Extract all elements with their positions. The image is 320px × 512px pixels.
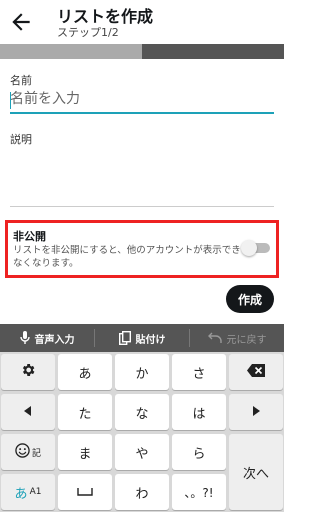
private-description: リストを非公開にすると、他のアカウントが表示できなくなります。 [13,245,241,269]
gear-icon [20,362,36,382]
arrow-left-icon [24,405,32,420]
undo-button[interactable]: 元に戻す [190,324,284,352]
symbol-key-label: 記 [31,448,41,459]
voice-input-button[interactable]: 音声入力 [0,324,94,352]
space-key[interactable] [58,474,112,510]
next-key[interactable]: 次へ [229,434,283,510]
private-toggle[interactable] [241,240,271,256]
create-button[interactable]: 作成 [226,285,274,313]
backspace-icon [247,363,265,381]
key-ya[interactable]: や [115,434,169,470]
symbol-key[interactable]: 記 [1,434,55,470]
toggle-knob [241,240,257,256]
back-arrow-icon[interactable] [8,9,34,35]
key-punctuation[interactable]: 、。?! [172,474,226,510]
description-label: 説明 [10,133,32,146]
key-wa[interactable]: わ [115,474,169,510]
settings-key[interactable] [1,354,55,390]
private-title: 非公開 [13,230,46,243]
private-setting-row[interactable]: 非公開 リストを非公開にすると、他のアカウントが表示できなくなります。 [5,220,279,278]
mode-sub-label: A1 [29,487,42,497]
app-header: リストを作成 ステップ1/2 [0,0,284,44]
key-ka[interactable]: か [115,354,169,390]
input-mode-key[interactable]: あ A1 [1,474,55,510]
step-progress-bar [0,44,284,59]
key-ma[interactable]: ま [58,434,112,470]
mode-main-label: あ [14,486,28,502]
key-sa[interactable]: さ [172,354,226,390]
backspace-key[interactable] [229,354,283,390]
emoji-icon [15,442,30,462]
step-progress-fill [0,44,142,59]
name-input[interactable] [10,88,274,114]
key-ta[interactable]: た [58,394,112,430]
key-ha[interactable]: は [172,394,226,430]
description-input[interactable] [10,206,274,207]
soft-keyboard: 音声入力 貼付け 元に戻す あ か さ た な は 記 ま や ら 次へ あ A… [0,324,284,512]
cursor-right-key[interactable] [229,394,283,430]
undo-label: 元に戻す [226,334,267,346]
keyboard-toolbar: 音声入力 貼付け 元に戻す [0,324,284,352]
cursor-left-key[interactable] [1,394,55,430]
key-a[interactable]: あ [58,354,112,390]
arrow-right-icon [252,405,260,420]
clipboard-icon [118,331,131,345]
text-cursor [10,92,11,109]
name-label: 名前 [10,74,32,87]
undo-icon [207,332,222,344]
key-ra[interactable]: ら [172,434,226,470]
microphone-icon [19,331,30,345]
step-indicator: ステップ1/2 [57,26,119,39]
space-icon [77,485,93,500]
key-na[interactable]: な [115,394,169,430]
voice-input-label: 音声入力 [34,334,75,346]
paste-label: 貼付け [135,334,166,346]
paste-button[interactable]: 貼付け [95,324,189,352]
